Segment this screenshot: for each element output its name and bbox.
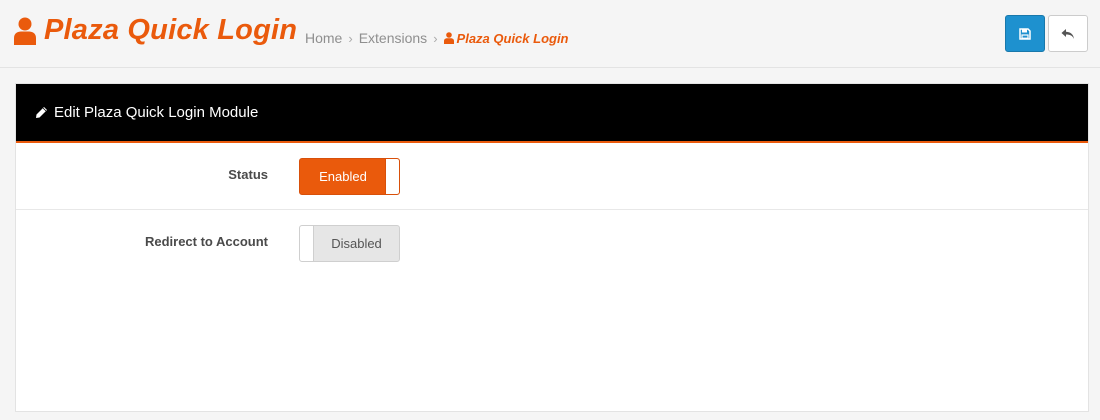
breadcrumb: Home › Extensions › Plaza Quick Login bbox=[305, 30, 569, 46]
pencil-icon bbox=[36, 107, 47, 118]
floppy-disk-icon bbox=[1019, 27, 1031, 40]
redirect-toggle-text: Disabled bbox=[331, 236, 382, 251]
status-toggle-text: Enabled bbox=[319, 169, 367, 184]
redirect-to-account-toggle[interactable]: Disabled bbox=[299, 225, 400, 262]
redirect-to-account-label: Redirect to Account bbox=[144, 234, 268, 249]
form-row-status: Status Enabled bbox=[16, 143, 1088, 210]
toggle-knob bbox=[300, 226, 314, 261]
status-toggle[interactable]: Enabled bbox=[299, 158, 400, 195]
user-icon bbox=[443, 32, 454, 44]
back-button[interactable] bbox=[1048, 15, 1088, 52]
page-title: Plaza Quick Login bbox=[44, 14, 298, 46]
form-row-redirect: Redirect to Account Disabled bbox=[16, 210, 1088, 277]
breadcrumb-separator: › bbox=[433, 30, 438, 46]
breadcrumb-home[interactable]: Home bbox=[305, 30, 342, 46]
title-group: Plaza Quick Login bbox=[14, 14, 297, 47]
edit-module-panel: Edit Plaza Quick Login Module Status Ena… bbox=[15, 83, 1089, 412]
save-button[interactable] bbox=[1005, 15, 1045, 52]
page-header: Plaza Quick Login Home › Extensions › Pl… bbox=[0, 0, 1100, 68]
toggle-knob bbox=[385, 159, 399, 194]
reply-arrow-icon bbox=[1061, 28, 1074, 39]
breadcrumb-current-label: Plaza Quick Login bbox=[456, 30, 569, 46]
panel-title: Edit Plaza Quick Login Module bbox=[54, 104, 259, 121]
user-icon bbox=[14, 17, 36, 45]
breadcrumb-separator: › bbox=[348, 30, 353, 46]
breadcrumb-current[interactable]: Plaza Quick Login bbox=[443, 30, 569, 46]
status-label: Status bbox=[228, 167, 268, 182]
breadcrumb-extensions[interactable]: Extensions bbox=[359, 30, 427, 46]
panel-heading: Edit Plaza Quick Login Module bbox=[16, 84, 1088, 143]
